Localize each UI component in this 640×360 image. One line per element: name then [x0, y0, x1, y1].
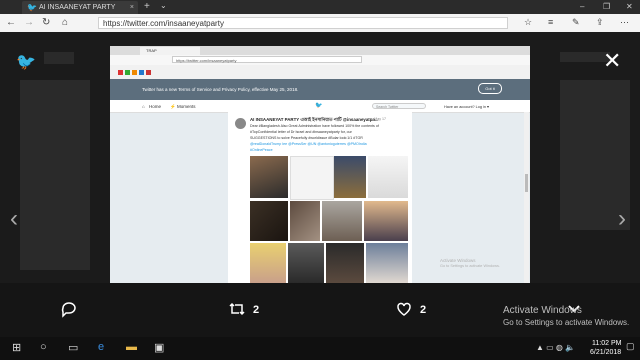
- terms-banner: Twitter has a new Terms of Service and P…: [110, 79, 530, 100]
- collage-photo: [288, 243, 324, 283]
- browser-tab-title: AI INSAANEYAT PARTY: [39, 4, 116, 11]
- address-bar[interactable]: https://twitter.com/insaaneyatparty: [98, 17, 508, 29]
- activate-windows-title: Activate Windows: [503, 305, 582, 316]
- dim-tile: [44, 52, 74, 64]
- inner-tweet-author: AI INSAANEYAT PARTY এআই ইনসানিয়াত পার্ট…: [250, 117, 379, 122]
- inner-search-input: Search Twitter: [372, 103, 426, 109]
- new-tab-button[interactable]: +: [144, 1, 150, 12]
- inner-favorites-bar: [110, 65, 530, 79]
- fav-icon: [139, 70, 144, 75]
- close-media-button[interactable]: ✕: [603, 48, 621, 74]
- inner-moments-label: Moments: [177, 104, 196, 109]
- collage-photo: [334, 156, 366, 198]
- inner-tweet-line: #OnlinePeace: [250, 148, 273, 152]
- collage-photo: [326, 243, 364, 283]
- inner-home-icon: ⌂: [142, 104, 145, 109]
- home-icon[interactable]: ⌂: [62, 17, 68, 28]
- inner-activate-windows-subtitle: Go to Settings to activate Windows.: [440, 264, 500, 268]
- close-window-button[interactable]: ✕: [626, 2, 633, 11]
- twitter-logo-icon: 🐦: [16, 54, 36, 71]
- collage-photo: [250, 201, 288, 241]
- fav-icon: [146, 70, 151, 75]
- retweet-icon[interactable]: [228, 300, 246, 323]
- inner-tweet-date: · May 17: [372, 117, 386, 121]
- activate-windows-subtitle: Go to Settings to activate Windows.: [503, 318, 630, 327]
- inner-scrollbar: [524, 112, 529, 283]
- tab-preview-chevron-icon[interactable]: ⌄: [160, 1, 167, 10]
- inner-login-link: Have an account? Log in ▾: [444, 105, 489, 109]
- refresh-icon[interactable]: ↻: [42, 17, 50, 28]
- like-heart-icon[interactable]: [395, 300, 413, 323]
- favorites-list-icon[interactable]: ≡: [548, 17, 553, 27]
- dim-tile: [20, 80, 90, 270]
- inner-tweet-line: Dear #Bangladesh Also Great Administrati…: [250, 124, 379, 128]
- collage-photo: [290, 201, 320, 241]
- notes-pen-icon[interactable]: ✎: [572, 17, 580, 28]
- more-menu-icon[interactable]: ⋯: [620, 17, 629, 28]
- back-arrow-icon[interactable]: ←: [6, 17, 16, 28]
- collage-photo: [322, 201, 362, 241]
- collage-photo: [364, 201, 408, 241]
- fav-icon: [118, 70, 123, 75]
- notifications-icon[interactable]: ▢: [626, 341, 635, 352]
- inner-activate-windows-title: Activate Windows: [440, 258, 476, 263]
- fav-icon: [125, 70, 130, 75]
- forward-arrow-icon[interactable]: →: [24, 17, 34, 28]
- collage-photo: [250, 156, 288, 198]
- tab-close-icon[interactable]: ×: [130, 4, 134, 11]
- maximize-button[interactable]: ❐: [603, 2, 610, 11]
- inner-twitter-logo-icon: 🐦: [315, 103, 323, 109]
- inner-scrollbar-thumb: [525, 174, 528, 192]
- inner-address-bar: https://twitter.com/insaaneyatparty: [172, 56, 362, 63]
- taskbar-time[interactable]: 11:02 PM: [592, 340, 621, 347]
- inner-tweet-line: #TopConfidential letter of Dr Israel and…: [250, 130, 352, 134]
- collage-photo: [250, 243, 286, 283]
- inner-tab: TRAP: [140, 47, 200, 55]
- got-it-button: Got it: [478, 83, 502, 94]
- collage-chart: [368, 156, 408, 198]
- inner-avatar: [235, 118, 246, 129]
- collage-photo: [366, 243, 408, 283]
- reply-icon[interactable]: [60, 300, 78, 323]
- terms-banner-text: Twitter has a new Terms of Service and P…: [142, 87, 299, 92]
- store-icon[interactable]: ▣: [154, 341, 164, 354]
- task-view-icon[interactable]: ▭: [68, 341, 78, 354]
- share-icon[interactable]: ⇪: [596, 17, 604, 28]
- like-count: 2: [420, 304, 427, 316]
- windows-start-icon[interactable]: ⊞: [12, 341, 21, 354]
- taskbar-date[interactable]: 6/21/2018: [590, 349, 621, 356]
- system-tray-icons[interactable]: ▲ ▭ ◍ 🔈: [536, 343, 575, 352]
- inner-tweet-line: @realDonaldTrump lee @PressSer @UN @anto…: [250, 142, 367, 146]
- inner-tweet-line: SUGGESTIONS to solve Peacefully #worldis…: [250, 136, 363, 140]
- inner-moments-icon: ⚡: [170, 104, 176, 109]
- browser-tab[interactable]: 🐦 AI INSAANEYAT PARTY ×: [22, 1, 138, 14]
- minimize-button[interactable]: –: [580, 2, 584, 11]
- search-icon[interactable]: ○: [40, 341, 47, 353]
- edge-browser-icon[interactable]: e: [98, 341, 104, 353]
- tweet-media-image: TRAP https://twitter.com/insaaneyatparty…: [110, 46, 530, 283]
- favorites-star-icon[interactable]: ☆: [524, 17, 532, 28]
- fav-icon: [132, 70, 137, 75]
- retweet-count: 2: [253, 304, 260, 316]
- inner-home-label: Home: [149, 104, 162, 109]
- file-explorer-icon[interactable]: ▬: [126, 341, 137, 353]
- previous-media-button[interactable]: ‹: [10, 205, 18, 233]
- next-media-button[interactable]: ›: [618, 205, 626, 233]
- twitter-bird-icon: 🐦: [27, 2, 37, 12]
- collage-diagram: [290, 156, 334, 200]
